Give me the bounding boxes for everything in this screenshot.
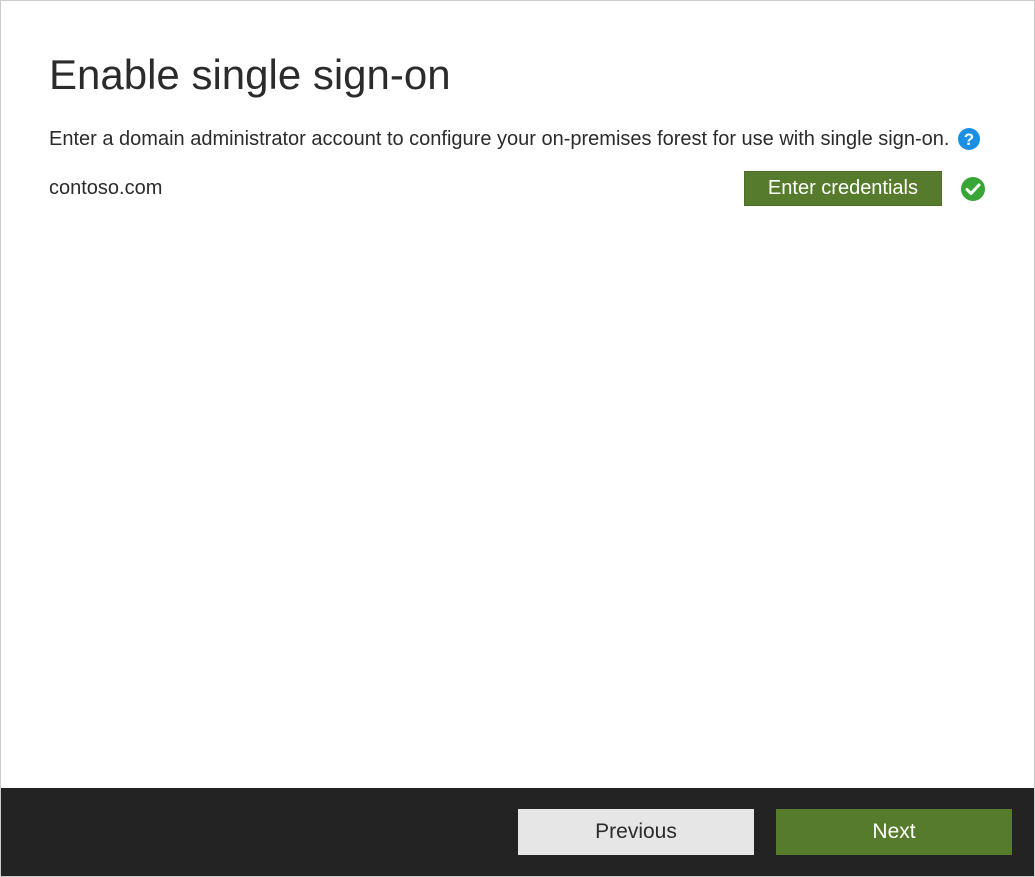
instruction-row: Enter a domain administrator account to … bbox=[49, 127, 986, 151]
svg-text:?: ? bbox=[964, 130, 974, 149]
checkmark-icon bbox=[960, 176, 986, 202]
domain-row: contoso.com Enter credentials bbox=[49, 171, 986, 206]
domain-name-text: contoso.com bbox=[49, 177, 162, 200]
enter-credentials-button[interactable]: Enter credentials bbox=[744, 171, 942, 206]
footer-bar: Previous Next bbox=[1, 788, 1034, 876]
instruction-text: Enter a domain administrator account to … bbox=[49, 128, 949, 151]
page-title: Enable single sign-on bbox=[49, 51, 986, 99]
next-button[interactable]: Next bbox=[776, 809, 1012, 855]
help-icon[interactable]: ? bbox=[957, 127, 981, 151]
content-area: Enable single sign-on Enter a domain adm… bbox=[1, 1, 1034, 788]
previous-button[interactable]: Previous bbox=[518, 809, 754, 855]
